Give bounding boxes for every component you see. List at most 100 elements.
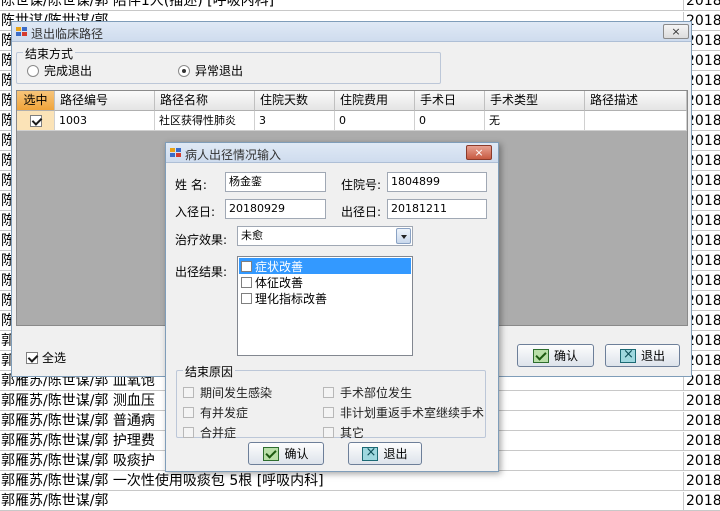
list-item[interactable]: 体征改善: [239, 274, 411, 290]
grid-column-header[interactable]: 路径编号: [55, 91, 155, 111]
grid-cell: 无: [485, 111, 585, 131]
exit-pathway-titlebar: 退出临床路径 ×: [12, 22, 691, 42]
bg-row-date: 2018: [683, 472, 720, 491]
exit-icon: [619, 347, 636, 363]
reason-surgical-site[interactable]: 手术部位发生: [323, 384, 412, 401]
reason-comorbidity[interactable]: 合并症: [183, 424, 236, 441]
confirm-icon: [263, 446, 280, 461]
radio-complete-label: 完成退出: [44, 64, 93, 78]
entry-date-label: 入径日:: [175, 205, 216, 219]
patient-dialog-titlebar: 病人出径情况输入 ×: [166, 143, 498, 163]
reason-infection[interactable]: 期间发生感染: [183, 384, 272, 401]
exit-result-listbox[interactable]: 症状改善 体征改善 理化指标改善: [237, 256, 413, 356]
reason-other[interactable]: 其它: [323, 424, 364, 441]
name-label: 姓 名:: [175, 178, 207, 192]
patient-dialog-confirm-button[interactable]: 确认: [248, 442, 324, 465]
bg-table-row[interactable]: 陈世谋/陈世谋/郭 陪伴1人(描述) [呼吸内科] 2018: [0, 0, 720, 11]
reason-unplanned-return[interactable]: 非计划重返手术室继续手术: [323, 404, 484, 421]
end-method-group: 结束方式 完成退出 异常退出: [16, 45, 441, 84]
end-reason-legend: 结束原因: [183, 363, 236, 380]
reason-unplanned-return-label: 非计划重返手术室继续手术: [340, 406, 485, 420]
treatment-effect-select[interactable]: 未愈: [237, 226, 413, 246]
reason-surgical-site-label: 手术部位发生: [340, 386, 413, 400]
exit-window-exit-label: 退出: [640, 349, 665, 363]
list-item-label: 理化指标改善: [255, 291, 328, 306]
reason-surgical-site-checkbox: [323, 387, 334, 398]
bg-row-text: 陈世谋/陈世谋/郭 陪伴1人(描述) [呼吸内科]: [1, 0, 275, 9]
window-icon: [16, 27, 27, 37]
grid-cell: [585, 111, 687, 131]
confirm-icon: [532, 348, 549, 363]
exit-window-exit-button[interactable]: 退出: [605, 344, 680, 367]
radio-complete-dot: [27, 64, 39, 77]
radio-abnormal-label: 异常退出: [195, 64, 244, 78]
radio-abnormal-exit[interactable]: 异常退出: [178, 62, 243, 79]
treatment-effect-label: 治疗效果:: [175, 233, 228, 247]
list-item-checkbox[interactable]: [241, 276, 252, 288]
row-select-checkbox[interactable]: [29, 115, 42, 127]
list-item-checkbox[interactable]: [241, 260, 252, 272]
patient-dialog-exit-label: 退出: [383, 447, 408, 461]
grid-cell: 社区获得性肺炎: [155, 111, 255, 131]
grid-header: 选中 路径编号 路径名称 住院天数 住院费用 手术日 手术类型 路径描述: [17, 91, 687, 111]
exit-date-label: 出径日:: [341, 205, 382, 219]
grid-column-header[interactable]: 路径名称: [155, 91, 255, 111]
select-all-box: [26, 351, 38, 364]
reason-infection-label: 期间发生感染: [200, 386, 273, 400]
reason-comorbidity-checkbox: [183, 427, 194, 438]
exit-result-label: 出径结果:: [175, 265, 228, 279]
dialog-window-icon: [170, 148, 181, 158]
patient-dialog-title: 病人出径情况输入: [185, 148, 282, 162]
treatment-effect-value: 未愈: [241, 229, 263, 242]
reason-unplanned-return-checkbox: [323, 407, 334, 418]
grid-cell: 0: [335, 111, 415, 131]
reason-complication-label: 有并发症: [200, 406, 249, 420]
select-all-label: 全选: [42, 351, 67, 365]
end-reason-group: 结束原因 期间发生感染 手术部位发生 有并发症 非计划重返手术室继续手术 合并症…: [176, 363, 486, 441]
radio-abnormal-dot: [178, 64, 190, 77]
grid-column-header[interactable]: 路径描述: [585, 91, 687, 111]
grid-cell: 1003: [55, 111, 155, 131]
chevron-down-icon[interactable]: [396, 228, 411, 244]
entry-date-field[interactable]: 20180929: [225, 199, 326, 219]
reason-other-label: 其它: [340, 426, 365, 440]
bg-row-date: 2018: [683, 452, 720, 471]
list-item-label: 症状改善: [255, 259, 304, 274]
name-field[interactable]: 杨金銮: [225, 172, 326, 192]
table-row[interactable]: 1003 社区获得性肺炎 3 0 0 无: [17, 111, 687, 131]
reason-comorbidity-label: 合并症: [200, 426, 237, 440]
radio-complete-exit[interactable]: 完成退出: [27, 62, 92, 79]
reason-complication-checkbox: [183, 407, 194, 418]
list-item-checkbox[interactable]: [241, 292, 252, 304]
admission-no-field[interactable]: 1804899: [387, 172, 487, 192]
bg-row-text: 郭雁苏/陈世谋/郭 一次性使用吸痰包 5根 [呼吸内科]: [1, 473, 324, 489]
exit-pathway-close-button[interactable]: ×: [663, 24, 689, 39]
exit-icon: [362, 445, 379, 461]
row-select-cell[interactable]: [17, 111, 55, 131]
bg-row-date: 2018: [683, 0, 720, 11]
bg-row-date: 2018: [683, 432, 720, 451]
list-item[interactable]: 理化指标改善: [239, 290, 411, 306]
grid-column-header[interactable]: 选中: [17, 91, 55, 111]
grid-cell: 3: [255, 111, 335, 131]
grid-column-header[interactable]: 手术类型: [485, 91, 585, 111]
admission-no-label: 住院号:: [341, 178, 382, 192]
list-item[interactable]: 症状改善: [239, 258, 411, 274]
exit-window-confirm-label: 确认: [553, 349, 578, 363]
exit-date-field[interactable]: 20181211: [387, 199, 487, 219]
grid-cell: 0: [415, 111, 485, 131]
exit-window-confirm-button[interactable]: 确认: [517, 344, 594, 367]
grid-column-header[interactable]: 手术日: [415, 91, 485, 111]
exit-pathway-title: 退出临床路径: [31, 27, 104, 41]
patient-dialog-confirm-label: 确认: [284, 447, 309, 461]
list-item-label: 体征改善: [255, 275, 304, 290]
grid-column-header[interactable]: 住院费用: [335, 91, 415, 111]
bg-table-row[interactable]: 郭雁苏/陈世谋/郭 一次性使用吸痰包 5根 [呼吸内科] 2018: [0, 472, 720, 491]
patient-dialog-exit-button[interactable]: 退出: [348, 442, 422, 465]
reason-complication[interactable]: 有并发症: [183, 404, 248, 421]
end-method-legend: 结束方式: [23, 45, 76, 62]
grid-column-header[interactable]: 住院天数: [255, 91, 335, 111]
patient-dialog-close-button[interactable]: ×: [466, 145, 492, 160]
select-all-checkbox[interactable]: 全选: [26, 349, 66, 366]
reason-infection-checkbox: [183, 387, 194, 398]
